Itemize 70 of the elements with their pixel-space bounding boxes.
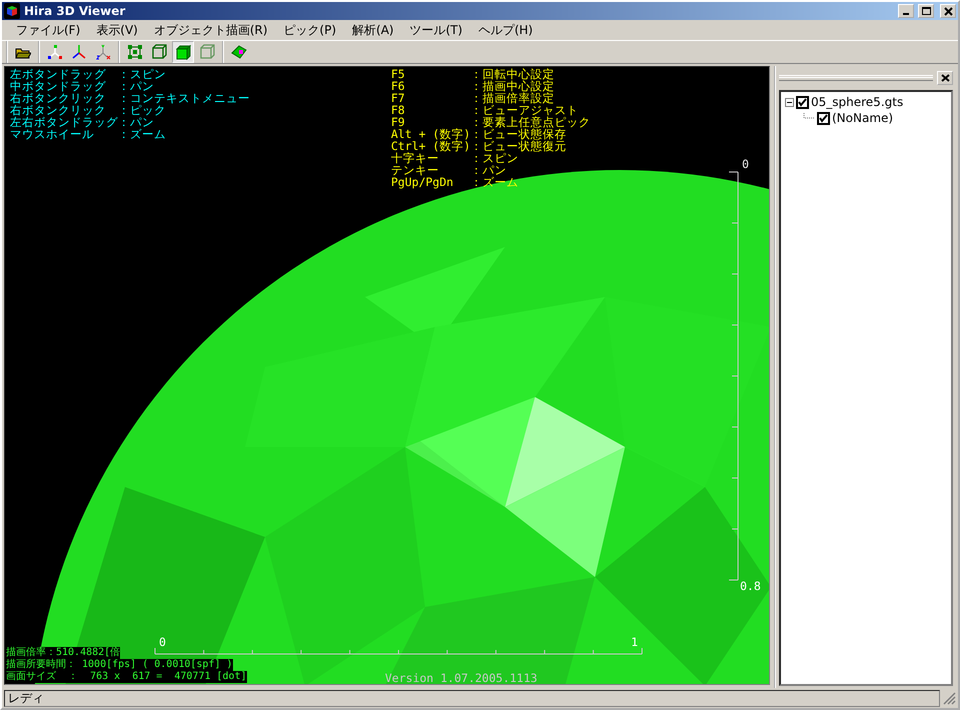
shortcut-key: F7 (391, 92, 470, 104)
shortcut-action: ：コンテキストメニュー (118, 92, 250, 104)
3d-viewport[interactable] (4, 66, 770, 685)
shortcut-action: ：ビューアジャスト (470, 104, 580, 116)
shortcut-key: PgUp/PgDn (391, 176, 470, 188)
shortcut-key: F9 (391, 116, 470, 128)
shortcut-key: 中ボタンドラッグ (10, 80, 118, 92)
close-icon (940, 74, 950, 82)
axes-icon (95, 44, 111, 60)
close-icon (942, 6, 954, 16)
shortcut-key: テンキー (391, 164, 470, 176)
close-button[interactable] (937, 71, 953, 85)
shortcut-action: ：描画中心設定 (470, 80, 556, 92)
axes-icon (47, 44, 63, 60)
shortcut-action: ：パン (118, 116, 155, 128)
shortcut-action: ：ビュー状態保存 (470, 128, 568, 140)
checkbox[interactable] (817, 112, 830, 124)
shortcut-key: 右ボタンクリック (10, 92, 118, 104)
tree-item[interactable]: 05_sphere5.gts (811, 93, 904, 111)
close-button[interactable] (940, 4, 956, 18)
axes-icon (71, 44, 87, 60)
shortcut-key: 左右ボタンドラッグ (10, 116, 118, 128)
shortcut-key: Alt + (数字) (391, 128, 470, 140)
shortcut-key: 十字キー (391, 152, 470, 164)
menu-item[interactable]: ファイル(F) (8, 21, 88, 39)
window-title: Hira 3D Viewer (24, 3, 126, 20)
shortcut-action: ：ビュー状態復元 (470, 140, 568, 152)
minimize-icon (903, 13, 909, 15)
shortcut-key: マウスホイール (10, 128, 118, 140)
tree-item[interactable]: (NoName) (832, 109, 894, 127)
solid-cube-icon (175, 44, 191, 60)
shortcut-key: F5 (391, 68, 470, 80)
maximize-icon (920, 6, 932, 16)
menu-item[interactable]: ヘルプ(H) (470, 21, 541, 39)
version-text: Version 1.07.2005.1113 (385, 671, 538, 684)
ruler-label: 0.8 (740, 579, 761, 593)
app-icon (4, 3, 20, 19)
pick-icon (231, 44, 247, 60)
menu-item[interactable]: ピック(P) (276, 21, 344, 39)
shortcut-action: ：描画倍率設定 (470, 92, 556, 104)
shortcut-action: ：回転中心設定 (470, 68, 556, 80)
ruler-label: 0 (159, 635, 166, 649)
menu-item[interactable]: 解析(A) (344, 21, 402, 39)
shortcut-action: ：ピック (118, 104, 167, 116)
minimize-button[interactable] (898, 4, 914, 18)
shortcut-key: 左ボタンドラッグ (10, 68, 118, 80)
wireframe-cube-icon (199, 44, 215, 60)
menu-item[interactable]: 表示(V) (88, 21, 146, 39)
ruler-label: 0 (742, 157, 749, 171)
menu-item[interactable]: オブジェクト描画(R) (146, 21, 276, 39)
shortcut-action: ：ズーム (118, 128, 167, 140)
ruler-label: 1 (631, 635, 638, 649)
toolbar-button[interactable] (172, 41, 194, 63)
shortcut-action: ：スピン (470, 152, 518, 164)
shortcut-key: F8 (391, 104, 470, 116)
shortcut-key: F6 (391, 80, 470, 92)
maximize-button[interactable] (918, 4, 934, 18)
checkbox[interactable] (796, 96, 809, 108)
collapse-icon[interactable] (785, 98, 794, 106)
wireframe-cube-icon (151, 44, 167, 60)
mesh-nodes-icon (127, 44, 143, 60)
status-text: レディ (4, 690, 940, 706)
menu-item[interactable]: ツール(T) (402, 21, 470, 39)
shortcut-action: ：要素上任意点ピック (470, 116, 590, 128)
shortcut-key: Ctrl+ (数字) (391, 140, 470, 152)
shortcut-action: ：パン (470, 164, 508, 176)
shortcut-key: 右ボタンクリック (10, 104, 118, 116)
shortcut-action: ：スピン (118, 68, 167, 80)
resize-grip-icon (942, 691, 956, 705)
shortcut-action: ：パン (118, 80, 155, 92)
